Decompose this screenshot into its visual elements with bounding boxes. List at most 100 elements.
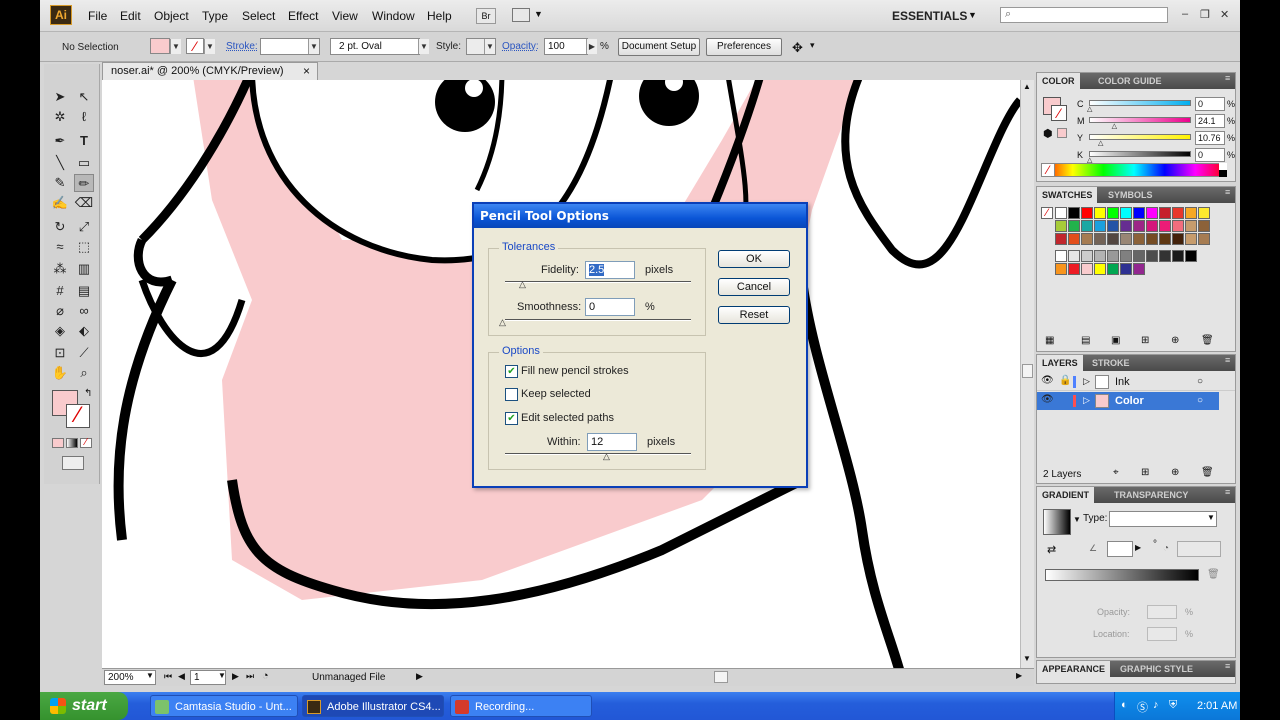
swatch[interactable] [1172,207,1184,219]
web-safe-icon[interactable] [1057,128,1067,138]
angle-field[interactable] [1107,541,1133,557]
swatch[interactable] [1068,233,1080,245]
show-swatch-kinds-icon[interactable]: ▤ [1081,335,1090,346]
none-color-icon[interactable]: ⁄ [1041,163,1055,177]
hand-tool-icon[interactable]: ✋ [50,364,70,382]
close-icon[interactable]: ✕ [1220,8,1229,21]
paintbrush-tool-icon[interactable]: ✎ [50,174,70,192]
channel-slider[interactable] [1089,117,1191,123]
close-document-icon[interactable]: × [303,63,310,80]
fill-new-strokes-checkbox[interactable]: ✔ [505,365,518,378]
zoom-tool-icon[interactable]: ⌕ [74,364,94,382]
tab-color[interactable]: COLOR [1037,73,1080,89]
swatch[interactable] [1094,207,1106,219]
swatch[interactable] [1081,207,1093,219]
swatch[interactable] [1185,220,1197,232]
swatch[interactable] [1055,233,1067,245]
live-paint-bucket-tool-icon[interactable]: ◈ [50,322,70,340]
network-icon[interactable]: ◐ [1121,699,1128,711]
swatch[interactable] [1055,207,1067,219]
menu-file[interactable]: File [88,9,107,23]
swatch[interactable] [1146,250,1158,262]
smoothness-slider[interactable] [505,319,691,321]
gradient-mode-icon[interactable] [66,438,78,448]
new-sublayer-icon[interactable]: ⊞ [1141,467,1149,478]
eyedropper-tool-icon[interactable]: ⌀ [50,302,70,320]
horizontal-scroll-thumb[interactable] [714,671,728,683]
swatch[interactable] [1107,233,1119,245]
menu-effect[interactable]: Effect [288,9,318,23]
gradient-tool-icon[interactable]: ▤ [74,282,94,300]
channel-slider-thumb[interactable]: △ [1087,105,1092,113]
pencil-tool-icon[interactable]: ✏ [74,174,94,192]
channel-slider[interactable] [1089,134,1191,140]
tab-gradient[interactable]: GRADIENT [1037,487,1094,503]
swatch[interactable] [1159,233,1171,245]
menu-type[interactable]: Type [202,9,228,23]
tab-transparency[interactable]: TRANSPARENCY [1109,487,1193,503]
visibility-eye-icon[interactable]: 👁 [1041,394,1054,405]
channel-value-field[interactable]: 0 [1195,97,1225,111]
swatch[interactable] [1198,220,1210,232]
free-transform-tool-icon[interactable]: ⬚ [74,238,94,256]
menu-help[interactable]: Help [427,9,452,23]
taskbar-camtasia[interactable]: Camtasia Studio - Unt... [150,695,298,717]
start-button[interactable]: start [40,692,128,720]
fill-dropdown-icon[interactable]: ▼ [170,39,181,54]
delete-swatch-icon[interactable]: 🗑 [1201,335,1214,346]
angle-dropdown-icon[interactable]: ▶ [1135,543,1141,552]
stroke-weight-dropdown-icon[interactable]: ▼ [308,39,319,54]
chevron-down-icon[interactable]: ▼ [534,9,543,19]
gradient-type-select[interactable] [1109,511,1217,527]
layer-name-ink[interactable]: Ink [1115,376,1130,388]
gradient-opacity-field[interactable] [1147,605,1177,619]
tab-appearance[interactable]: APPEARANCE [1037,661,1111,677]
channel-value-field[interactable]: 10.76 [1195,131,1225,145]
menu-object[interactable]: Object [154,9,189,23]
new-color-group-icon[interactable]: ⊞ [1141,335,1149,346]
opacity-field[interactable]: 100 [544,38,588,55]
line-tool-icon[interactable]: ╲ [50,154,70,172]
tab-swatches[interactable]: SWATCHES [1037,187,1098,203]
layer-name-color[interactable]: Color [1115,395,1144,407]
channel-value-field[interactable]: 24.1 [1195,114,1225,128]
scale-tool-icon[interactable]: ⤢ [74,218,94,236]
taskbar-recording[interactable]: Recording... [450,695,592,717]
within-input[interactable]: 12 [587,433,637,451]
swatch-options-icon[interactable]: ▣ [1111,335,1120,346]
keep-selected-label[interactable]: Keep selected [521,388,591,400]
pen-tool-icon[interactable]: ✒ [50,132,70,150]
style-dropdown-icon[interactable]: ▼ [484,39,495,54]
appearance-menu-icon[interactable]: ≡ [1225,661,1230,671]
reverse-gradient-icon[interactable]: ⇄ [1047,543,1056,556]
swatch[interactable] [1068,263,1080,275]
last-artboard-icon[interactable]: ⏭ [246,671,254,682]
screen-mode-icon[interactable] [62,456,84,470]
within-slider-thumb[interactable]: △ [603,451,610,462]
swatch[interactable] [1055,220,1067,232]
swatch[interactable] [1094,263,1106,275]
artboard-tool-icon[interactable]: ⊡ [50,344,70,362]
direct-selection-tool-icon[interactable]: ↖ [74,88,94,106]
swatch[interactable] [1159,220,1171,232]
swatch[interactable] [1081,250,1093,262]
swatch[interactable] [1081,263,1093,275]
layers-menu-icon[interactable]: ≡ [1225,355,1230,365]
swatch[interactable] [1159,207,1171,219]
aspect-ratio-field[interactable] [1177,541,1221,557]
status-menu-icon[interactable]: ▶ [416,671,423,682]
eraser-tool-icon[interactable]: ⌫ [74,194,94,212]
search-input[interactable]: ⌕ [1000,7,1168,23]
visibility-eye-icon[interactable]: 👁 [1041,375,1054,386]
delete-layer-icon[interactable]: 🗑 [1201,467,1214,478]
scroll-up-icon[interactable]: ▲ [1023,82,1031,91]
channel-slider[interactable] [1089,100,1191,106]
previous-artboard-icon[interactable]: ◀ [178,671,185,682]
scroll-right-icon[interactable]: ▶ [1016,671,1022,680]
swatch[interactable] [1107,250,1119,262]
type-tool-icon[interactable]: T [74,132,94,150]
rotate-tool-icon[interactable]: ↻ [50,218,70,236]
minimize-icon[interactable]: – [1182,8,1188,20]
swatch[interactable] [1133,207,1145,219]
none-swatch[interactable]: ⁄ [1041,207,1053,219]
